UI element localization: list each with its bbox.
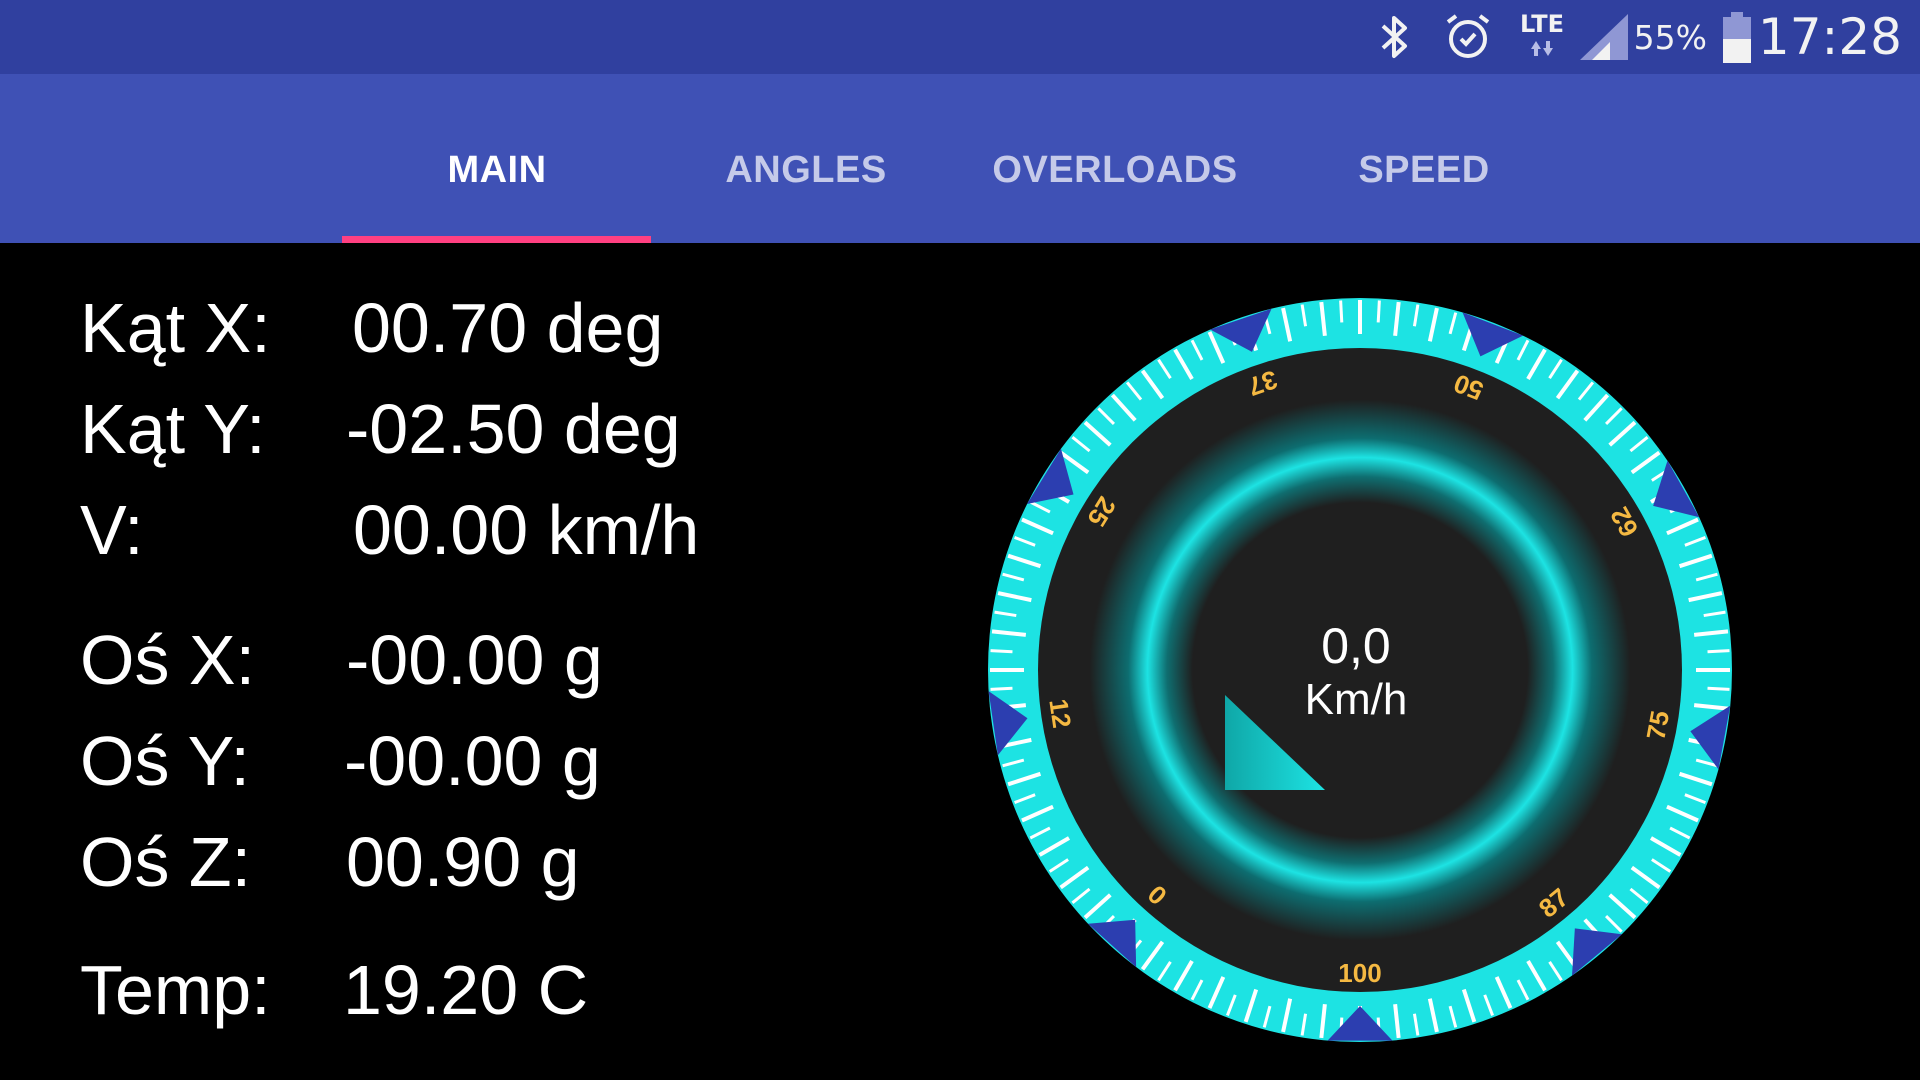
gauge-unit: Km/h [1305,675,1408,724]
battery-percent: 55% [1633,17,1707,57]
gauge-scale-label: 75 [1640,708,1675,742]
kat-x-label: Kąt X: [80,289,271,367]
lte-icon: LTE [1516,0,1568,74]
os-z-label: Oś Z: [80,823,252,901]
gauge-tick [1707,686,1730,691]
os-x-value: -00.00 g [346,621,603,699]
gauge-tick [1376,300,1381,323]
gauge-tick [1339,300,1344,323]
gauge-marker [1087,919,1137,968]
gauge-scale-label: 12 [1043,697,1077,730]
gauge-value: 0,0 [1321,618,1391,674]
status-time: 17:28 [1757,8,1902,66]
temp-value: 19.20 C [343,951,589,1029]
os-x-label: Oś X: [80,621,256,699]
gauge-svg: 0122537 50627587100 0,0 Km/h [988,298,1732,1042]
kat-y-value: -02.50 deg [346,390,681,468]
tab-indicator [342,236,651,243]
os-y-label: Oś Y: [80,722,250,800]
gauge-scale-label: 100 [1338,958,1381,988]
tab-main[interactable]: MAIN [342,74,652,243]
gauge-marker [1572,928,1622,976]
alarm-icon [1443,0,1493,74]
bluetooth-icon [1375,0,1415,74]
os-y-value: -00.00 g [344,722,601,800]
os-z-value: 00.90 g [346,823,580,901]
gauge-tick [990,649,1013,654]
kat-y-label: Kąt Y: [80,390,266,468]
v-label: V: [80,491,144,569]
tab-speed[interactable]: SPEED [1269,74,1579,243]
gauge-tick [990,686,1013,691]
tab-angles[interactable]: ANGLES [651,74,961,243]
temp-label: Temp: [80,951,271,1029]
signal-icon [1578,0,1630,74]
tab-bar: MAIN ANGLES OVERLOADS SPEED [0,74,1920,243]
kat-x-value: 00.70 deg [352,289,664,367]
tab-overloads[interactable]: OVERLOADS [960,74,1270,243]
lte-label: LTE [1520,10,1564,38]
gauge-tick [1707,649,1730,654]
v-value: 00.00 km/h [353,491,700,569]
speedometer-gauge: 0 12 25 37 50 62 75 87 100 0,0 Km/h [975,285,1745,1055]
battery-icon [1720,0,1754,74]
status-bar: LTE 55% 17:28 [0,0,1920,74]
